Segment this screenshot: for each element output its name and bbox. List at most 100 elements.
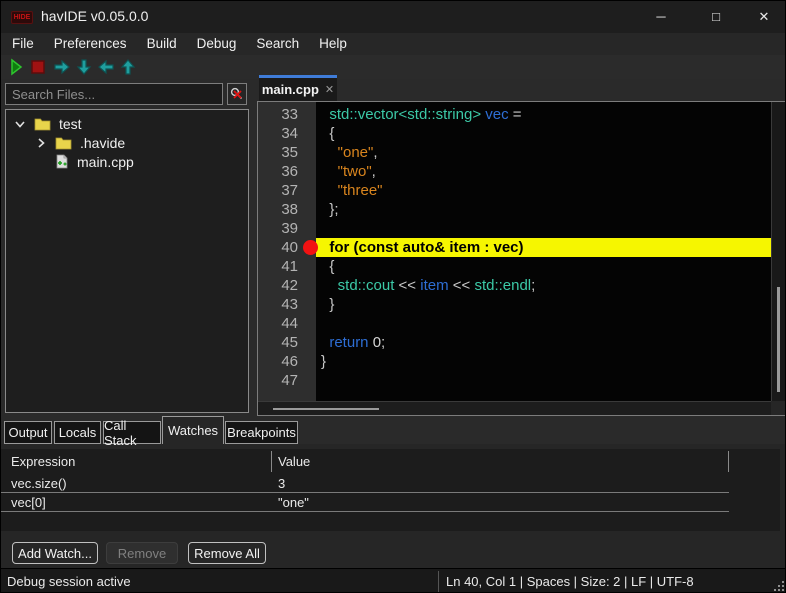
tab-call-stack[interactable]: Call Stack: [103, 421, 161, 444]
step-out-icon[interactable]: [119, 58, 137, 76]
code-editor[interactable]: 33 std::vector<std::string> vec =34 {35 …: [257, 101, 786, 416]
code-line-46[interactable]: 46}: [258, 352, 771, 371]
status-divider: [438, 571, 439, 593]
code-line-47[interactable]: 47: [258, 371, 771, 390]
menu-help[interactable]: Help: [309, 33, 357, 55]
breakpoint-icon[interactable]: [303, 240, 318, 255]
add-watch-button[interactable]: Add Watch...: [12, 542, 98, 564]
line-number[interactable]: 42: [258, 276, 316, 295]
menu-file[interactable]: File: [2, 33, 44, 55]
remove-watch-button: Remove: [106, 542, 178, 564]
code-text: [316, 219, 771, 238]
close-tab-icon[interactable]: ✕: [325, 83, 334, 96]
watch-row-vec-size[interactable]: vec.size() 3: [1, 474, 729, 493]
folder-icon: [55, 136, 72, 150]
menu-search[interactable]: Search: [246, 33, 309, 55]
line-number[interactable]: 39: [258, 219, 316, 238]
code-line-33[interactable]: 33 std::vector<std::string> vec =: [258, 105, 771, 124]
tab-breakpoints[interactable]: Breakpoints: [225, 421, 298, 444]
column-divider[interactable]: [728, 451, 729, 472]
line-number[interactable]: 35: [258, 143, 316, 162]
vertical-scrollbar-thumb[interactable]: [777, 287, 780, 392]
code-line-34[interactable]: 34 {: [258, 124, 771, 143]
tree-item-label: test: [59, 116, 82, 132]
line-number[interactable]: 33: [258, 105, 316, 124]
line-number[interactable]: 37: [258, 181, 316, 200]
run-icon[interactable]: [7, 58, 25, 76]
stop-icon[interactable]: [29, 58, 47, 76]
horizontal-scrollbar[interactable]: [258, 401, 771, 415]
step-back-icon[interactable]: [97, 58, 115, 76]
tab-locals[interactable]: Locals: [54, 421, 101, 444]
line-number[interactable]: 47: [258, 371, 316, 390]
code-text: [316, 314, 771, 333]
code-line-45[interactable]: 45 return 0;: [258, 333, 771, 352]
code-text: std::vector<std::string> vec =: [316, 105, 771, 124]
code-line-41[interactable]: 41 {: [258, 257, 771, 276]
minimize-button[interactable]: ─: [638, 1, 684, 33]
vertical-scrollbar[interactable]: [771, 102, 785, 401]
tab-watches[interactable]: Watches: [162, 416, 224, 444]
chevron-right-icon[interactable]: [35, 137, 47, 149]
code-text: "two",: [316, 162, 771, 181]
code-text: return 0;: [316, 333, 771, 352]
close-button[interactable]: ✕: [741, 1, 786, 33]
code-line-43[interactable]: 43 }: [258, 295, 771, 314]
line-number[interactable]: 41: [258, 257, 316, 276]
column-divider[interactable]: [271, 451, 272, 472]
line-number[interactable]: 44: [258, 314, 316, 333]
line-number[interactable]: 45: [258, 333, 316, 352]
resize-grip[interactable]: [773, 580, 785, 592]
tree-item-test[interactable]: test: [14, 114, 82, 133]
folder-icon: [34, 117, 51, 131]
status-bar: Debug session active Ln 40, Col 1 | Spac…: [1, 568, 786, 593]
line-number[interactable]: 46: [258, 352, 316, 371]
step-into-icon[interactable]: [75, 58, 93, 76]
app-logo-icon: HIDE: [11, 11, 33, 24]
line-number[interactable]: 36: [258, 162, 316, 181]
tab-main-cpp[interactable]: main.cpp ✕: [259, 75, 337, 101]
code-line-36[interactable]: 36 "two",: [258, 162, 771, 181]
menu-debug[interactable]: Debug: [187, 33, 247, 55]
title-bar: HIDE havIDE v0.05.0.0 ─ □ ✕: [1, 1, 786, 33]
menu-bar: File Preferences Build Debug Search Help: [1, 33, 786, 55]
horizontal-scrollbar-thumb[interactable]: [273, 408, 379, 410]
scrollbar-corner: [771, 401, 785, 415]
tree-item-maincpp[interactable]: main.cpp: [55, 152, 134, 171]
code-line-42[interactable]: 42 std::cout << item << std::endl;: [258, 276, 771, 295]
code-text: {: [316, 124, 771, 143]
line-number[interactable]: 38: [258, 200, 316, 219]
tree-item-label: .havide: [80, 135, 125, 151]
status-message: Debug session active: [7, 574, 131, 589]
step-over-icon[interactable]: [53, 58, 71, 76]
code-line-44[interactable]: 44: [258, 314, 771, 333]
code-line-38[interactable]: 38 };: [258, 200, 771, 219]
line-number[interactable]: 43: [258, 295, 316, 314]
watch-expression: vec.size(): [1, 476, 271, 491]
cursor-position-status: Ln 40, Col 1 | Spaces | Size: 2 | LF | U…: [446, 574, 694, 589]
code-line-35[interactable]: 35 "one",: [258, 143, 771, 162]
chevron-down-icon[interactable]: [14, 118, 26, 130]
code-text: {: [316, 257, 771, 276]
tree-item-havide[interactable]: .havide: [35, 133, 125, 152]
column-header-value: Value: [271, 454, 780, 469]
remove-all-watches-button[interactable]: Remove All: [188, 542, 266, 564]
debug-toolbar: [1, 55, 786, 79]
tab-output[interactable]: Output: [4, 421, 52, 444]
window-title: havIDE v0.05.0.0: [41, 8, 148, 24]
maximize-button[interactable]: □: [693, 1, 739, 33]
code-line-39[interactable]: 39: [258, 219, 771, 238]
watch-expression: vec[0]: [1, 495, 271, 510]
menu-preferences[interactable]: Preferences: [44, 33, 137, 55]
search-files-input[interactable]: [5, 83, 223, 105]
line-number[interactable]: 40: [258, 238, 316, 257]
code-line-40[interactable]: 40 for (const auto& item : vec): [258, 238, 771, 257]
code-text: }: [316, 352, 771, 371]
clear-search-button[interactable]: [227, 83, 247, 105]
watch-row-vec-0[interactable]: vec[0] "one": [1, 493, 729, 512]
line-number[interactable]: 34: [258, 124, 316, 143]
menu-build[interactable]: Build: [137, 33, 187, 55]
code-text: "one",: [316, 143, 771, 162]
code-line-37[interactable]: 37 "three": [258, 181, 771, 200]
file-tree: test .havide main.cpp: [5, 109, 249, 413]
